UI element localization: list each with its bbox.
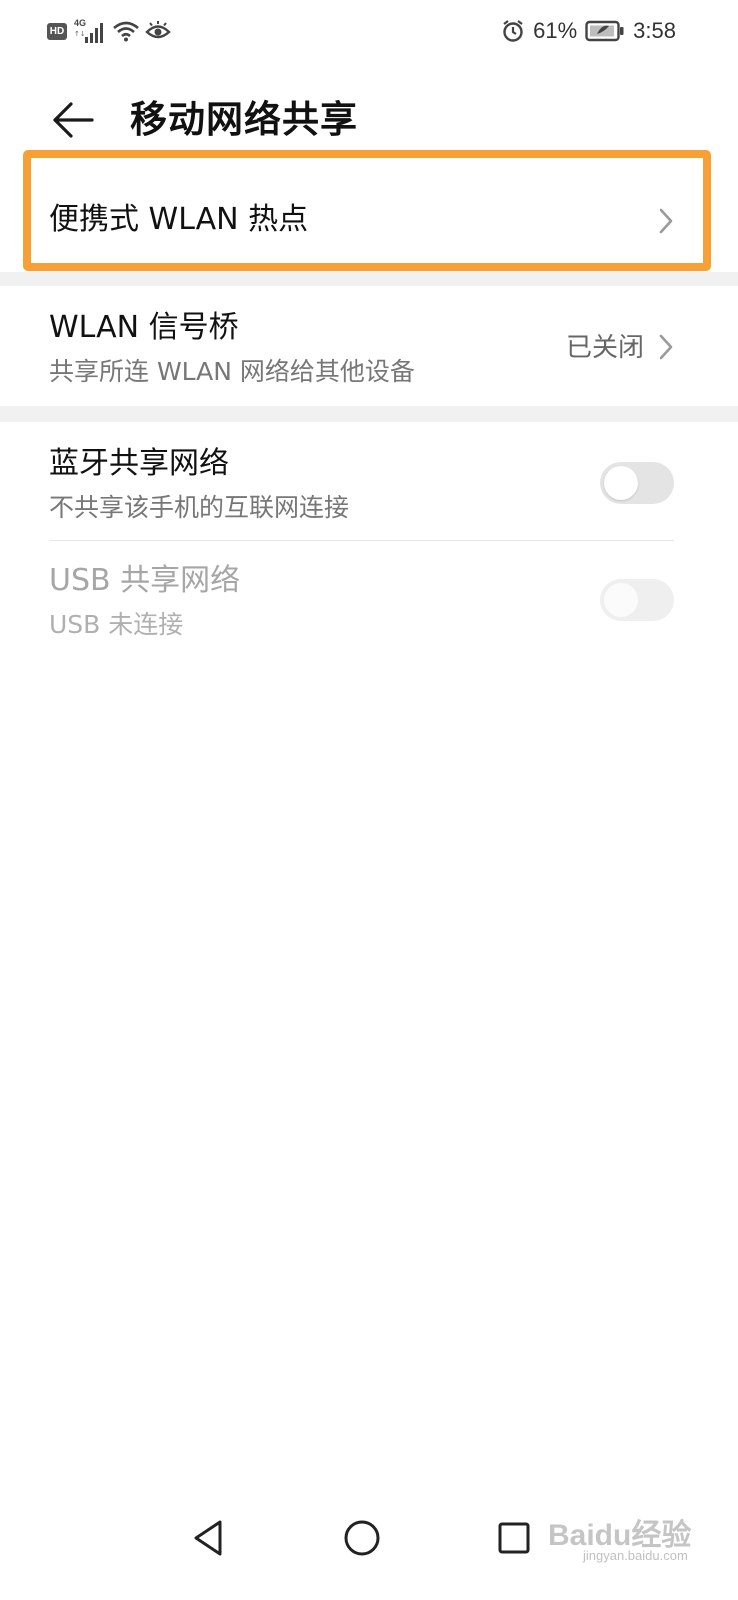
nav-home-button[interactable] [332, 1508, 392, 1568]
wlan-bridge-subtitle: 共享所连 WLAN 网络给其他设备 [49, 357, 415, 386]
battery-percent: 61% [533, 18, 578, 43]
wifi-icon [113, 21, 139, 42]
status-left: HD 4G ↑↓ [47, 18, 171, 44]
nav-home-icon [344, 1520, 380, 1556]
nav-back-button[interactable] [178, 1508, 238, 1568]
usb-tethering-label: USB 共享网络 [49, 563, 241, 598]
nav-recent-button[interactable] [484, 1508, 544, 1568]
usb-tethering-row: USB 共享网络 USB 未连接 [0, 541, 738, 659]
wlan-bridge-label: WLAN 信号桥 [49, 310, 239, 345]
nav-recent-icon [498, 1522, 530, 1554]
highlight-frame [23, 150, 711, 271]
page-title: 移动网络共享 [130, 98, 358, 141]
usb-tethering-subtitle: USB 未连接 [49, 610, 184, 639]
section-separator [0, 406, 738, 422]
wlan-bridge-row[interactable]: WLAN 信号桥 共享所连 WLAN 网络给其他设备 已关闭 [0, 286, 738, 406]
title-bar: 移动网络共享 [0, 80, 738, 160]
chevron-right-icon [659, 334, 673, 360]
status-right: 61% 3:58 [501, 16, 676, 46]
hd-icon: HD [47, 22, 67, 40]
nav-back-icon [194, 1520, 222, 1556]
eye-icon [145, 21, 171, 39]
section-separator [0, 272, 738, 286]
battery-icon [585, 20, 624, 42]
bluetooth-tethering-row: 蓝牙共享网络 不共享该手机的互联网连接 [0, 422, 738, 540]
watermark-url: jingyan.baidu.com [583, 1548, 688, 1563]
status-bar: HD 4G ↑↓ 61% 3:58 [0, 0, 738, 64]
toggle-knob [604, 466, 638, 500]
bluetooth-tethering-label: 蓝牙共享网络 [49, 446, 229, 481]
data-arrows: ↑↓ [74, 30, 86, 38]
alarm-icon [503, 20, 523, 42]
wlan-bridge-status: 已关闭 [565, 333, 644, 363]
bluetooth-tethering-subtitle: 不共享该手机的互联网连接 [49, 493, 350, 522]
toggle-knob [604, 583, 638, 617]
back-button[interactable] [44, 94, 100, 146]
bluetooth-tethering-toggle[interactable] [600, 462, 674, 504]
usb-tethering-toggle [600, 579, 674, 621]
clock: 3:58 [633, 18, 676, 43]
signal-icon: 4G ↑↓ [73, 18, 107, 43]
back-arrow-icon [53, 102, 94, 138]
